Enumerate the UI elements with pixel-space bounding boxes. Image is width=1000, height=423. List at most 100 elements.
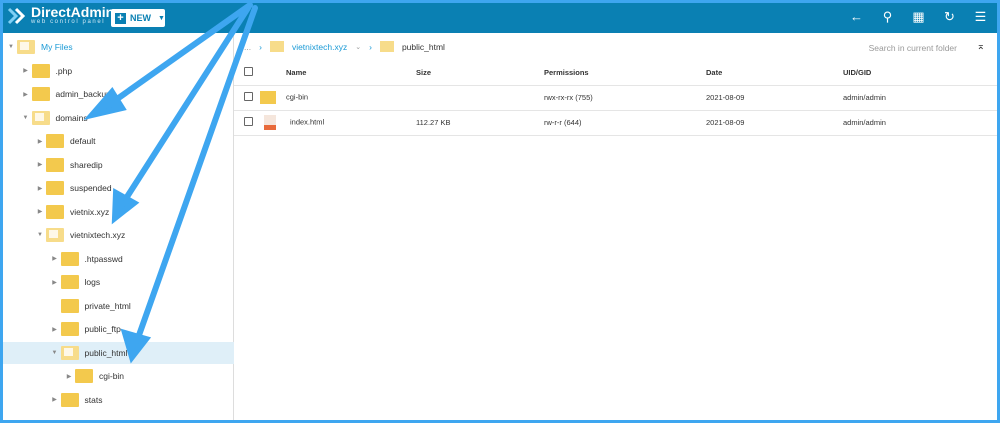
collapse-icon[interactable]: ⌅ [977,41,985,52]
tree-item[interactable]: ▶ cgi-bin [3,365,234,387]
tree-item[interactable]: ▶ .php [3,60,234,82]
file-size [416,85,544,111]
expand-right-icon[interactable]: ▶ [65,373,73,380]
new-button[interactable]: + NEW ▼ [111,9,165,27]
breadcrumb-ellipsis[interactable]: ... [244,42,251,52]
tree-item[interactable]: ▶ .htpasswd [3,248,234,270]
header-name[interactable]: Name [286,61,416,86]
tree-item[interactable]: ▶ stats [3,389,234,411]
folder-icon [46,204,64,219]
folder-icon [46,134,64,148]
header-size[interactable]: Size [416,61,544,86]
chevron-down-icon[interactable]: ⌄ [355,43,361,51]
expand-right-icon[interactable]: ▶ [36,185,44,192]
expand-down-icon[interactable]: ▼ [51,350,59,356]
folder-icon [31,63,50,78]
folder-icon [46,157,64,172]
row-checkbox[interactable] [244,92,253,101]
expand-right-icon[interactable]: ▶ [36,161,44,168]
folder-icon [60,392,79,407]
chevron-right-icon: › [259,41,262,52]
folder-icon [269,41,284,52]
grid-view-icon[interactable]: ▦ [910,9,927,25]
file-table: Name Size Permissions Date UID/GID cgi-b… [234,61,997,136]
file-uid: admin/admin [843,110,997,136]
chevron-down-icon: ▼ [158,14,165,22]
select-all-checkbox[interactable] [244,67,253,77]
logo-title: DirectAdmin [31,4,115,20]
expand-right-icon[interactable]: ▶ [51,326,59,333]
tree-item-label: private_html [84,300,131,311]
expand-right-icon[interactable]: ▶ [22,67,30,74]
expand-right-icon[interactable]: ▶ [51,279,59,286]
folder-icon [260,91,276,104]
tree-item-label: vietnix.xyz [70,206,110,217]
folder-tree: ▼ My Files ▶ .php ▶ admin_backups ▼ domains ▶ def… [3,33,234,420]
tree-item-label: cgi-bin [99,371,125,381]
refresh-icon[interactable]: ↻ [941,9,958,25]
expand-right-icon[interactable]: ▶ [22,91,30,98]
settings-sliders-icon[interactable]: ☰ [972,9,989,25]
tree-item[interactable]: private_html [3,295,234,317]
tree-item[interactable]: ▶ default [3,130,234,152]
file-manager-window: DirectAdmin web control panel + NEW ▼ ← … [3,3,997,420]
tree-item[interactable]: ▶ admin_backups [3,83,234,105]
tree-item-label: vietnixtech.xyz [70,230,126,240]
expand-down-icon[interactable]: ▼ [36,232,44,238]
search-icon[interactable]: ⚲ [879,9,896,25]
folder-icon [46,181,64,195]
file-date: 2021-08-09 [706,110,843,136]
tree-item-label: admin_backups [55,89,116,99]
file-permissions: rwx-rx-rx (755) [544,85,706,111]
expand-right-icon[interactable]: ▶ [51,396,59,403]
back-arrow-icon[interactable]: ← [848,9,865,25]
header-permissions[interactable]: Permissions [544,61,706,86]
header-uid[interactable]: UID/GID [843,61,997,86]
expand-down-icon[interactable]: ▼ [22,115,30,121]
folder-icon [379,41,394,52]
folder-icon [60,275,79,289]
tree-item-label: My Files [41,42,73,52]
tree-item[interactable]: ▼ vietnixtech.xyz [3,224,234,246]
table-header: Name Size Permissions Date UID/GID [234,61,997,86]
directadmin-logo[interactable]: DirectAdmin web control panel [7,4,115,26]
tree-item-label: public_html [84,347,128,358]
row-checkbox[interactable] [244,117,253,126]
plus-icon: + [115,12,126,24]
tree-item[interactable]: ▶ logs [3,271,234,293]
expand-right-icon[interactable]: ▶ [36,208,44,215]
tree-item[interactable]: ▼ domains [3,107,234,129]
expand-down-icon[interactable]: ▼ [7,44,15,50]
tree-item[interactable]: ▶ vietnix.xyz [3,201,234,223]
breadcrumb: ... › vietnixtech.xyz ⌄ › public_html [244,41,445,52]
tree-item-label: .php [55,65,73,76]
expand-right-icon[interactable]: ▶ [51,255,59,262]
tree-item-label: public_ftp [84,324,121,334]
tree-item[interactable]: ▶ sharedip [3,154,234,176]
search-input[interactable]: Search in current folder [869,43,957,53]
html-file-icon [264,115,276,130]
file-permissions: rw-r-r (644) [544,110,706,136]
file-name[interactable]: cgi-bin [286,92,308,101]
logo-chevron-icon [7,7,26,25]
file-size: 112.27 KB [416,110,544,136]
top-bar: DirectAdmin web control panel + NEW ▼ ← … [3,3,997,33]
tree-item[interactable]: ▼ public_html [3,341,234,364]
tree-item-label: logs [84,277,101,287]
file-name[interactable]: index.html [290,117,324,126]
folder-icon [75,369,93,383]
tree-item-label: domains [55,112,88,123]
header-date[interactable]: Date [706,61,843,86]
tree-item-label: sharedip [70,159,103,170]
table-row[interactable]: index.html 112.27 KB rw-r-r (644) 2021-0… [234,110,997,136]
logo-subtitle: web control panel [31,19,106,25]
tree-item-label: default [70,136,96,146]
expand-right-icon[interactable]: ▶ [36,138,44,145]
tree-item[interactable]: ▼ My Files [3,36,234,58]
table-row[interactable]: cgi-bin rwx-rx-rx (755) 2021-08-09 admin… [234,85,997,111]
new-label: NEW [130,13,151,23]
tree-item-label: .htpasswd [84,253,123,264]
breadcrumb-parent[interactable]: vietnixtech.xyz [292,42,347,52]
tree-item[interactable]: ▶ suspended [3,177,234,199]
tree-item[interactable]: ▶ public_ftp [3,318,234,340]
